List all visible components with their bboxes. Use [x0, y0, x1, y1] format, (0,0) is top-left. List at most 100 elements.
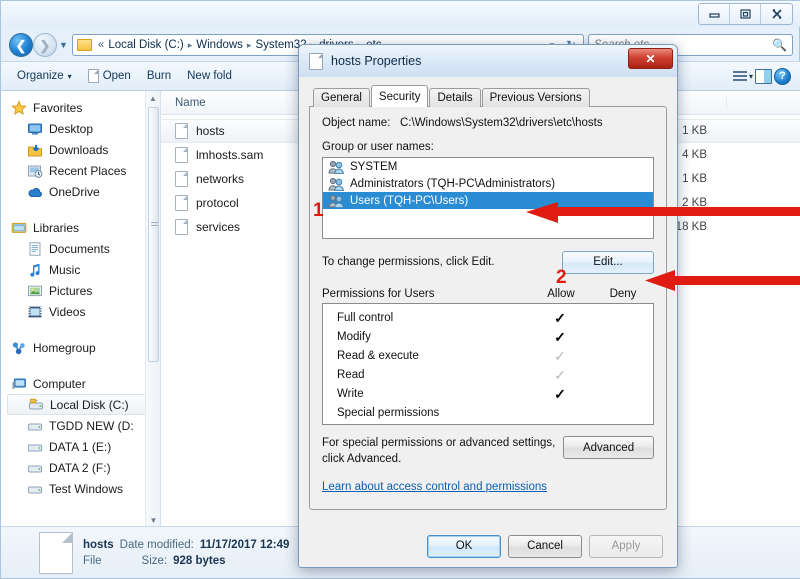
file-name-label: networks: [196, 172, 245, 186]
sidebar-item-recent-places[interactable]: Recent Places: [7, 160, 160, 181]
list-item-selected[interactable]: Users (TQH-PC\Users): [323, 192, 653, 209]
permission-row[interactable]: Read & execute ✓: [323, 346, 653, 365]
star-icon: [11, 99, 27, 116]
chevron-down-icon: ▾: [67, 71, 72, 81]
edit-permissions-row: To change permissions, click Edit. Edit.…: [322, 250, 654, 274]
file-icon: [175, 147, 188, 163]
permissions-listbox[interactable]: Full control ✓ Modify ✓ Read & execute ✓…: [322, 303, 654, 425]
documents-icon: [27, 241, 43, 257]
navigation-pane: Favorites Desktop Downloads Recent Place…: [1, 91, 161, 528]
breadcrumb-item-windows[interactable]: Windows: [194, 39, 245, 51]
videos-icon: [27, 304, 43, 320]
nav-group-homegroup: Homegroup: [7, 337, 160, 358]
homegroup-icon: [11, 340, 27, 356]
cancel-button[interactable]: Cancel: [508, 534, 582, 558]
sidebar-label: Local Disk (C:): [50, 397, 129, 412]
sidebar-item-drive-d[interactable]: TGDD NEW (D:: [7, 415, 160, 436]
learn-about-access-control-link[interactable]: Learn about access control and permissio…: [322, 481, 654, 493]
sidebar-item-test-windows[interactable]: Test Windows: [7, 478, 160, 499]
object-name-row: Object name: C:\Windows\System32\drivers…: [322, 117, 654, 129]
dialog-close-button[interactable]: ✕: [628, 48, 673, 69]
sidebar-item-videos[interactable]: Videos: [7, 301, 160, 322]
sidebar-label: Homegroup: [33, 340, 96, 355]
navpane-scrollbar[interactable]: ▲ ▼: [145, 91, 160, 528]
organize-button[interactable]: Organize ▾: [9, 67, 80, 85]
open-button[interactable]: Open: [80, 66, 139, 86]
allow-checkmark-icon: ✓: [554, 385, 566, 402]
allow-column-header: Allow: [547, 288, 575, 300]
breadcrumb-separator-icon: ▸: [187, 39, 193, 50]
permission-row[interactable]: Read ✓: [323, 365, 653, 384]
history-dropdown-icon[interactable]: ▼: [59, 40, 68, 50]
window-title-bar: [1, 1, 800, 27]
advanced-hint: For special permissions or advanced sett…: [322, 437, 556, 465]
annotation-number-1: 1: [313, 200, 324, 221]
new-folder-button[interactable]: New fold: [179, 67, 240, 85]
permission-name: Special permissions: [337, 406, 440, 419]
annotation-number-2: 2: [556, 267, 567, 288]
nav-group-computer: Computer Local Disk (C:) TGDD NEW (D: DA…: [7, 373, 160, 499]
sidebar-item-drive-f[interactable]: DATA 2 (F:): [7, 457, 160, 478]
dialog-title: hosts Properties: [331, 54, 422, 68]
sidebar-item-homegroup[interactable]: Homegroup: [7, 337, 160, 358]
burn-label: Burn: [146, 70, 172, 82]
restore-icon[interactable]: [730, 4, 761, 24]
file-icon: [175, 123, 188, 139]
tab-security[interactable]: Security: [370, 85, 429, 107]
sidebar-item-onedrive[interactable]: OneDrive: [7, 181, 160, 202]
list-item[interactable]: Administrators (TQH-PC\Administrators): [323, 175, 653, 192]
ok-button[interactable]: OK: [427, 534, 501, 558]
permission-row[interactable]: Modify ✓: [323, 327, 653, 346]
sidebar-label: DATA 1 (E:): [49, 439, 112, 454]
sidebar-label: Desktop: [49, 121, 94, 136]
sidebar-item-music[interactable]: Music: [7, 259, 160, 280]
burn-button[interactable]: Burn: [139, 67, 179, 85]
change-permissions-hint: To change permissions, click Edit.: [322, 256, 495, 268]
sidebar-item-drive-e[interactable]: DATA 1 (E:): [7, 436, 160, 457]
sidebar-item-computer[interactable]: Computer: [7, 373, 160, 394]
hosts-properties-dialog: hosts Properties ✕ General Security Deta…: [298, 44, 678, 568]
sidebar-item-libraries[interactable]: Libraries: [7, 217, 160, 238]
sidebar-item-local-disk-c[interactable]: Local Disk (C:): [7, 394, 154, 415]
sidebar-item-documents[interactable]: Documents: [7, 238, 160, 259]
advanced-row: For special permissions or advanced sett…: [322, 436, 654, 467]
group-name: Administrators (TQH-PC\Administrators): [350, 177, 556, 190]
breadcrumb-item-local-disk[interactable]: Local Disk (C:): [106, 39, 185, 51]
status-date-label: Date modified:: [119, 538, 194, 551]
permission-row[interactable]: Write ✓: [323, 384, 653, 403]
status-line-1: hosts Date modified: 11/17/2017 12:49: [83, 539, 289, 551]
minimize-icon[interactable]: [699, 4, 730, 24]
sidebar-item-pictures[interactable]: Pictures: [7, 280, 160, 301]
scrollbar-thumb[interactable]: [148, 107, 159, 362]
permission-name: Write: [337, 387, 364, 400]
sidebar-label: Favorites: [33, 100, 83, 115]
breadcrumb-prefix[interactable]: «: [96, 39, 106, 51]
list-view-icon[interactable]: [731, 69, 747, 83]
preview-pane-icon[interactable]: [755, 68, 772, 84]
tab-general[interactable]: General: [313, 88, 370, 107]
permission-row[interactable]: Full control ✓: [323, 308, 653, 327]
list-item[interactable]: SYSTEM: [323, 158, 653, 175]
permission-row[interactable]: Special permissions: [323, 403, 653, 422]
tab-previous-versions[interactable]: Previous Versions: [481, 88, 590, 107]
permission-name: Full control: [337, 311, 394, 324]
sidebar-item-desktop[interactable]: Desktop: [7, 118, 160, 139]
advanced-button[interactable]: Advanced: [563, 436, 654, 459]
sidebar-item-favorites[interactable]: Favorites: [7, 97, 160, 118]
close-icon[interactable]: [761, 4, 792, 24]
edit-button[interactable]: Edit...: [562, 250, 654, 274]
group-user-listbox[interactable]: SYSTEM Administrators (TQH-PC\Administra…: [322, 157, 654, 239]
scroll-up-icon[interactable]: ▲: [146, 91, 160, 106]
forward-button[interactable]: ❯: [33, 33, 57, 57]
file-name-label: services: [196, 220, 241, 234]
dialog-title-bar: hosts Properties ✕: [299, 45, 677, 77]
help-icon[interactable]: ?: [774, 67, 791, 85]
breadcrumb-separator-icon: ▸: [246, 39, 252, 50]
chevron-down-icon[interactable]: ▾: [749, 72, 753, 81]
tab-details[interactable]: Details: [429, 88, 481, 107]
back-button[interactable]: ❮: [9, 33, 33, 57]
libraries-icon: [11, 220, 27, 236]
sidebar-label: Music: [49, 262, 81, 277]
sidebar-item-downloads[interactable]: Downloads: [7, 139, 160, 160]
